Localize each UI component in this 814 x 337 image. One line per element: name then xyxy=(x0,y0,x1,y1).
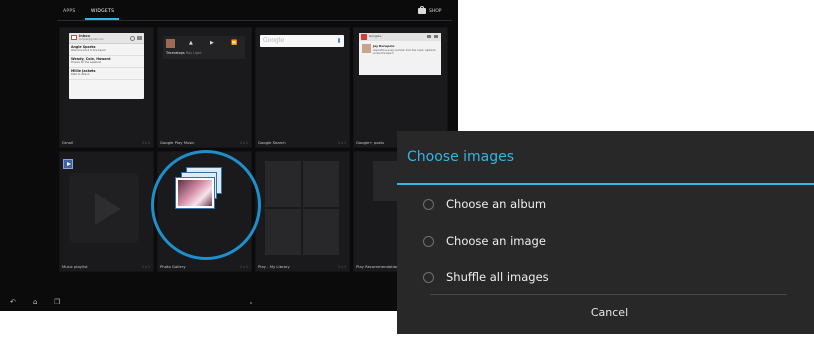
search-icon xyxy=(130,36,135,41)
google-logo: Google xyxy=(263,37,285,44)
playlist-preview xyxy=(69,173,139,243)
dialog-title: Choose images xyxy=(407,149,515,165)
menu-dot-icon xyxy=(250,302,252,304)
tab-apps[interactable]: APPS xyxy=(63,9,76,14)
widget-label: Google Search xyxy=(258,140,286,145)
back-icon[interactable]: ↶ xyxy=(10,298,16,306)
widget-play-my-library[interactable]: Play - My Library 3 x 3 xyxy=(255,151,350,272)
play-icon: ▶ xyxy=(210,40,214,46)
top-bar: APPS WIDGETS SHOP xyxy=(0,0,458,27)
gplus-preview: Google+ Jay Rurupolo Inspirations every … xyxy=(359,33,441,75)
widget-gmail[interactable]: Inbox sample@gmail.com Angie Sparks Welc… xyxy=(59,27,154,148)
radio-button[interactable] xyxy=(423,235,434,247)
gplus-title: Google+ xyxy=(369,34,383,38)
compose-icon xyxy=(434,35,438,38)
widget-google-search[interactable]: Google Google Search 4 x 1 xyxy=(255,27,350,148)
headphones-icon xyxy=(303,161,339,207)
radio-button[interactable] xyxy=(423,198,434,210)
widget-size: 2 x 2 xyxy=(142,265,150,269)
radio-button[interactable] xyxy=(423,271,434,283)
compose-icon xyxy=(137,36,142,40)
widget-size: 4 x 1 xyxy=(240,141,248,145)
message-preview: Thanks for the weekend xyxy=(71,61,102,64)
book-icon xyxy=(265,161,301,207)
track-artist: Ray Light xyxy=(185,51,202,55)
widget-google-play-music[interactable]: ▲ ▶ ⏩ Triceratops Ray Light Google Play … xyxy=(157,27,252,148)
widget-size: 4 x 1 xyxy=(338,141,346,145)
cancel-button[interactable]: Cancel xyxy=(397,306,814,319)
avatar xyxy=(362,44,371,53)
choose-images-dialog: Choose images Choose an album Choose an … xyxy=(397,131,814,334)
track-info: Triceratops Ray Light xyxy=(166,51,202,55)
navigation-bar: ↶ ⌂ ❐ xyxy=(0,295,458,311)
option-choose-album[interactable]: Choose an album xyxy=(423,197,546,211)
list-item: Angie Sparks Welcome back to the beach xyxy=(69,44,144,56)
shopping-bag-icon xyxy=(418,6,426,14)
widget-label: Google+ posts xyxy=(356,140,384,145)
playlist-play-icon xyxy=(63,159,73,169)
magazine-icon xyxy=(265,209,301,255)
option-label: Choose an album xyxy=(446,197,547,211)
message-preview: Welcome back to the beach xyxy=(71,49,106,52)
widget-label: Google Play Music xyxy=(160,140,195,145)
top-divider xyxy=(57,20,452,21)
home-icon[interactable]: ⌂ xyxy=(33,298,37,306)
search-preview: Google xyxy=(260,35,344,47)
photo-gallery-icon xyxy=(176,178,214,208)
widget-label: Play - My Library xyxy=(258,264,290,269)
gmail-header: Inbox sample@gmail.com xyxy=(69,33,144,44)
music-preview: ▲ ▶ ⏩ Triceratops Ray Light xyxy=(163,36,245,59)
album-art xyxy=(166,39,175,48)
widget-size: 3 x 4 xyxy=(142,141,150,145)
message-preview: Date to attend xyxy=(71,73,90,76)
widget-google-plus-posts[interactable]: Google+ Jay Rurupolo Inspirations every … xyxy=(353,27,448,148)
widget-label: Gmail xyxy=(62,140,74,145)
widget-music-playlist[interactable]: Music playlist 2 x 2 xyxy=(59,151,154,272)
film-icon xyxy=(303,209,339,255)
camera-icon xyxy=(427,35,431,38)
track-title: Triceratops xyxy=(166,51,185,55)
post-author: Jay Rurupolo xyxy=(373,44,395,48)
widget-label: Music playlist xyxy=(62,264,88,269)
thumbs-up-icon: ▲ xyxy=(189,40,193,46)
recent-apps-icon[interactable]: ❐ xyxy=(54,298,60,306)
option-label: Choose an image xyxy=(446,234,546,248)
next-icon: ⏩ xyxy=(231,40,238,46)
widget-label: Play Recommendation xyxy=(356,264,399,269)
shop-label: SHOP xyxy=(429,8,442,14)
microphone-icon xyxy=(338,38,340,43)
list-item: Millie Jackets Date to attend xyxy=(69,68,144,80)
gmail-preview: Inbox sample@gmail.com Angie Sparks Welc… xyxy=(69,33,144,99)
gplus-logo-icon xyxy=(361,34,367,40)
option-choose-image[interactable]: Choose an image xyxy=(423,234,546,248)
option-shuffle-all[interactable]: Shuffle all images xyxy=(423,270,549,284)
gplus-header: Google+ xyxy=(359,33,441,41)
button-divider xyxy=(430,294,787,295)
post-text: Inspirations every summer from the coast… xyxy=(373,49,436,55)
widget-size: 2 x 2 xyxy=(240,265,248,269)
option-label: Shuffle all images xyxy=(446,270,549,284)
list-item: Wendy, Cole, Howard Thanks for the weeke… xyxy=(69,56,144,68)
widget-label: Photo Gallery xyxy=(160,264,186,269)
tab-widgets[interactable]: WIDGETS xyxy=(91,9,114,14)
title-divider xyxy=(397,183,814,185)
widget-size: 3 x 3 xyxy=(338,265,346,269)
widgets-screen: APPS WIDGETS SHOP Inbox sample@gmail.com… xyxy=(0,0,458,311)
shop-button[interactable]: SHOP xyxy=(418,6,442,14)
gmail-account: sample@gmail.com xyxy=(79,38,104,41)
gmail-logo-icon xyxy=(71,35,77,40)
